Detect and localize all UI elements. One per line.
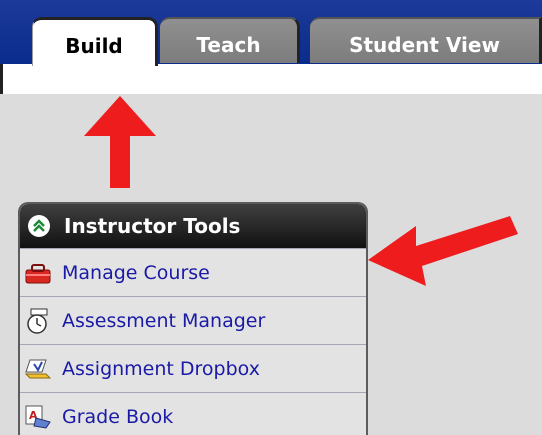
instructor-tools-title: Instructor Tools — [64, 214, 241, 238]
menu-item-assessment-manager[interactable]: Assessment Manager — [20, 296, 366, 344]
menu-item-manage-course[interactable]: Manage Course — [20, 248, 366, 296]
dropbox-icon — [24, 355, 52, 383]
collapse-chevron-icon[interactable] — [28, 215, 50, 237]
gradebook-icon: A — [24, 403, 52, 431]
menu-item-label: Manage Course — [62, 261, 210, 284]
tab-student-view[interactable]: Student View — [310, 17, 542, 63]
tab-teach[interactable]: Teach — [160, 17, 300, 63]
instructor-tools-panel: Instructor Tools Manage Course Assessmen… — [18, 202, 368, 435]
tab-build[interactable]: Build — [32, 17, 158, 66]
menu-item-label: Assessment Manager — [62, 309, 266, 332]
stopwatch-icon — [24, 307, 52, 335]
tab-content-strip — [0, 64, 542, 94]
menu-item-assignment-dropbox[interactable]: Assignment Dropbox — [20, 344, 366, 392]
menu-item-grade-book[interactable]: A Grade Book — [20, 392, 366, 435]
menu-item-label: Assignment Dropbox — [62, 357, 260, 380]
toolbox-icon — [24, 259, 52, 287]
menu-item-label: Grade Book — [62, 405, 174, 428]
instructor-tools-header[interactable]: Instructor Tools — [20, 204, 366, 248]
left-arrow-annotation — [368, 216, 518, 286]
up-arrow-annotation — [84, 96, 156, 188]
